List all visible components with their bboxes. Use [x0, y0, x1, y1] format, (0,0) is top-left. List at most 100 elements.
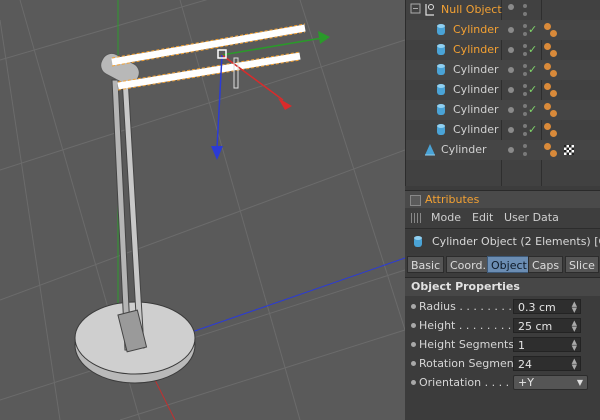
- phong-tag-icon[interactable]: [544, 43, 551, 50]
- phong-tag-icon[interactable]: [544, 123, 551, 130]
- object-row-cylinder-2[interactable]: Cylinder ✓: [406, 40, 600, 60]
- floor-grid: [0, 0, 405, 420]
- object-row-cylinder-5[interactable]: Cylinder ✓: [406, 100, 600, 120]
- visibility-dots-icon[interactable]: [508, 47, 514, 53]
- check-icon[interactable]: ✓: [528, 80, 537, 100]
- property-label: Height Segments: [419, 338, 515, 351]
- object-row-cone[interactable]: Cylinder: [406, 140, 600, 160]
- height-field[interactable]: 25 cm ▲ ▼: [513, 318, 581, 333]
- chevron-down-icon: ▼: [576, 378, 583, 387]
- object-row-cylinder-3[interactable]: Cylinder ✓: [406, 60, 600, 80]
- property-label: Rotation Segments: [419, 357, 524, 370]
- visibility-dots-icon[interactable]: [508, 67, 514, 73]
- tree-collapse-icon[interactable]: [410, 3, 422, 15]
- height-segments-field[interactable]: 1 ▲ ▼: [513, 337, 581, 352]
- object-name[interactable]: Cylinder: [453, 100, 499, 120]
- spinner-arrows-icon[interactable]: ▲ ▼: [572, 358, 577, 371]
- cylinder-icon: [437, 84, 445, 95]
- property-rotation-segments: Rotation Segments 24 ▲ ▼: [405, 354, 600, 373]
- object-name[interactable]: Cylinder: [441, 140, 487, 160]
- rotation-segments-field[interactable]: 24 ▲ ▼: [513, 356, 581, 371]
- cylinder-icon: [437, 124, 445, 135]
- property-height-segments: Height Segments 1 ▲ ▼: [405, 335, 600, 354]
- object-name[interactable]: Cylinder: [453, 20, 499, 40]
- cylinder-icon: [437, 64, 445, 75]
- object-name[interactable]: Null Object: [441, 0, 502, 20]
- cylinder-icon: [437, 44, 445, 55]
- check-icon[interactable]: ✓: [528, 20, 537, 40]
- object-title: Cylinder Object (2 Elements) [Cylinder]: [432, 235, 600, 248]
- animation-dot-icon[interactable]: [411, 323, 416, 328]
- animation-dot-icon[interactable]: [411, 342, 416, 347]
- cone-icon: [425, 144, 435, 156]
- menu-edit[interactable]: Edit: [472, 208, 493, 228]
- object-name[interactable]: Cylinder: [453, 120, 499, 140]
- visibility-dots-icon[interactable]: [508, 147, 514, 153]
- spinner-arrows-icon[interactable]: ▲ ▼: [572, 320, 577, 333]
- object-name[interactable]: Cylinder: [453, 60, 499, 80]
- cylinder-icon: [437, 104, 445, 115]
- orientation-dropdown[interactable]: +Y ▼: [513, 375, 588, 390]
- null-object-icon: [425, 4, 434, 16]
- tab-object[interactable]: Object: [487, 256, 531, 273]
- check-icon[interactable]: ✓: [528, 120, 537, 140]
- visibility-dots-icon[interactable]: [508, 107, 514, 113]
- menu-user-data[interactable]: User Data: [504, 208, 559, 228]
- property-label: Height . . . . . . . . .: [419, 319, 519, 332]
- viewport-3d[interactable]: [0, 0, 405, 420]
- menu-mode[interactable]: Mode: [431, 208, 461, 228]
- property-label: Orientation . . . . . .: [419, 376, 524, 389]
- animation-dot-icon[interactable]: [411, 361, 416, 366]
- property-orientation: Orientation . . . . . . +Y ▼: [405, 373, 600, 392]
- animation-dot-icon[interactable]: [411, 380, 416, 385]
- check-icon[interactable]: ✓: [528, 100, 537, 120]
- gizmo-z-arrow: [211, 146, 223, 160]
- object-manager[interactable]: Null Object Cylinder ✓ Cylinder ✓ Cylind…: [405, 0, 600, 186]
- spinner-arrows-icon[interactable]: ▲ ▼: [572, 301, 577, 314]
- check-icon[interactable]: ✓: [528, 40, 537, 60]
- property-radius: Radius . . . . . . . . . 0.3 cm ▲ ▼: [405, 297, 600, 316]
- attributes-title: Attributes: [425, 193, 480, 206]
- visibility-dots-icon[interactable]: [508, 27, 514, 33]
- object-name[interactable]: Cylinder: [453, 80, 499, 100]
- phong-tag-icon[interactable]: [544, 143, 551, 150]
- gizmo-y-arrow: [318, 31, 330, 44]
- spinner-arrows-icon[interactable]: ▲ ▼: [572, 339, 577, 352]
- object-row-cylinder-4[interactable]: Cylinder ✓: [406, 80, 600, 100]
- phong-tag-icon[interactable]: [544, 83, 551, 90]
- object-name[interactable]: Cylinder: [453, 40, 499, 60]
- section-title: Object Properties: [411, 280, 520, 293]
- radius-field[interactable]: 0.3 cm ▲ ▼: [513, 299, 581, 314]
- object-row-cylinder-1[interactable]: Cylinder ✓: [406, 20, 600, 40]
- gizmo-x-arrow: [278, 98, 292, 110]
- cylinder-icon: [437, 24, 445, 35]
- visibility-dots-icon[interactable]: [508, 87, 514, 93]
- grip-icon[interactable]: [411, 213, 421, 223]
- tab-caps[interactable]: Caps: [528, 256, 564, 273]
- check-icon[interactable]: ✓: [528, 60, 537, 80]
- attributes-menu-bar: Mode Edit User Data: [405, 208, 600, 229]
- move-gizmo[interactable]: [211, 31, 330, 160]
- viewport-scene[interactable]: [0, 0, 405, 420]
- phong-tag-icon[interactable]: [544, 63, 551, 70]
- tab-slice[interactable]: Slice: [565, 256, 599, 273]
- section-header: Object Properties: [405, 277, 600, 296]
- tab-basic[interactable]: Basic: [407, 256, 445, 273]
- object-row-cylinder-6[interactable]: Cylinder ✓: [406, 120, 600, 140]
- phong-tag-icon[interactable]: [544, 23, 551, 30]
- right-panel: Null Object Cylinder ✓ Cylinder ✓ Cylind…: [405, 0, 600, 420]
- tab-coord[interactable]: Coord.: [446, 256, 490, 273]
- property-label: Radius . . . . . . . . .: [419, 300, 519, 313]
- visibility-dots-icon[interactable]: [508, 4, 514, 10]
- visibility-dots-icon[interactable]: [508, 127, 514, 133]
- attribute-tabs: Basic Coord. Object Caps Slice: [407, 256, 600, 274]
- panel-toggle-icon[interactable]: [410, 195, 421, 206]
- object-row-null[interactable]: Null Object: [406, 0, 600, 20]
- attributes-header[interactable]: Attributes: [405, 190, 600, 209]
- animation-dot-icon[interactable]: [411, 304, 416, 309]
- phong-tag-icon[interactable]: [544, 103, 551, 110]
- checker-material-icon[interactable]: [564, 145, 574, 155]
- cylinder-icon: [414, 236, 422, 247]
- property-height: Height . . . . . . . . . 25 cm ▲ ▼: [405, 316, 600, 335]
- object-title-bar: Cylinder Object (2 Elements) [Cylinder]: [405, 230, 600, 254]
